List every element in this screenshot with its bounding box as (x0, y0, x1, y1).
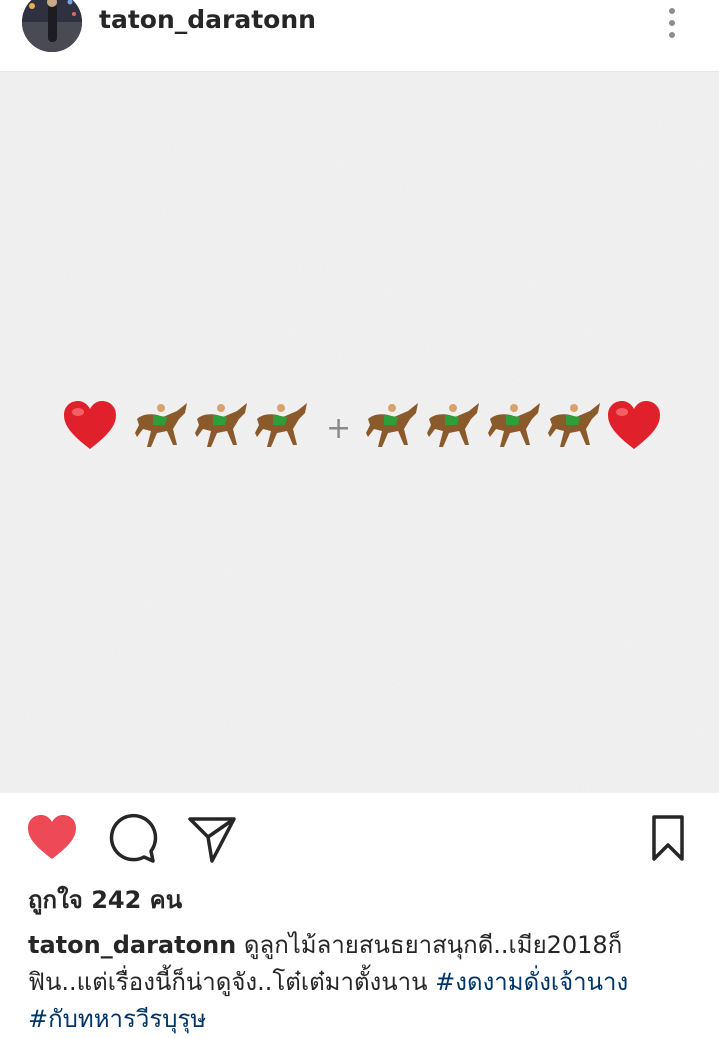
caption-text-line1: ดูลูกไม้ลายสนธยาสนุกดี..เมีย2018ก็ (243, 931, 623, 959)
likes-count[interactable]: ถูกใจ 242 คน (28, 884, 182, 916)
send-icon (188, 817, 236, 863)
avatar-photo (22, 0, 82, 52)
avatar[interactable] (22, 0, 82, 52)
horse-racing-icon (548, 403, 600, 447)
more-vertical-icon (669, 8, 675, 14)
caption: taton_daratonn ดูลูกไม้ลายสนธยาสนุกดี..เ… (28, 927, 698, 1038)
horse-racing-icon (255, 403, 307, 447)
horse-racing-icon (488, 403, 540, 447)
more-options-button[interactable] (656, 2, 688, 42)
heart-filled-icon (28, 815, 76, 859)
horse-racing-icon (195, 403, 247, 447)
post-username[interactable]: taton_daratonn (99, 4, 316, 36)
horse-racing-icon (427, 403, 479, 447)
action-bar (0, 793, 719, 883)
caption-username[interactable]: taton_daratonn (28, 931, 236, 959)
hashtag-link[interactable]: #งดงามดั่งเจ้านาง (435, 968, 628, 996)
more-vertical-icon-dot (669, 20, 675, 26)
caption-text-line2: ฟิน..แต่เรื่องนี้ก็น่าดูจัง..โต๋เต๋มาตั้… (28, 968, 436, 996)
horse-racing-icon (135, 403, 187, 447)
bookmark-icon (652, 815, 684, 861)
hashtag-link[interactable]: #กับทหารวีรบุรุษ (28, 1005, 206, 1033)
like-button[interactable] (24, 811, 80, 867)
emoji-row: + (0, 399, 719, 459)
post-image[interactable]: + (0, 72, 719, 793)
comment-button[interactable] (104, 811, 160, 867)
share-button[interactable] (184, 811, 240, 867)
save-button[interactable] (640, 811, 696, 867)
comment-icon (109, 814, 158, 863)
horse-racing-icon (366, 403, 418, 447)
plus-sign: + (326, 411, 352, 446)
red-heart-icon (608, 401, 660, 449)
red-heart-icon (64, 401, 116, 449)
more-vertical-icon-dot (669, 32, 675, 38)
post-header: taton_daratonn (0, 0, 719, 72)
